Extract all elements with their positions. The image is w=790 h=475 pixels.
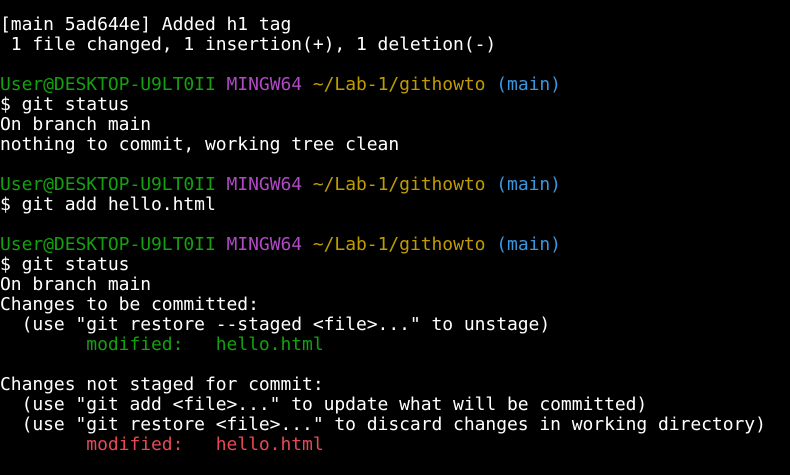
command-line: $ git add hello.html <box>0 194 216 215</box>
unstaged-file-entry: modified: hello.html <box>86 434 324 455</box>
prompt-branch: (main) <box>496 234 561 255</box>
prompt-path: ~/Lab-1/githowto <box>312 234 486 255</box>
staged-file-line: modified: hello.html <box>0 335 790 355</box>
prompt-line: User@DESKTOP-U9LT0II MINGW64 ~/Lab-1/git… <box>0 75 790 95</box>
unstaged-hint-line: (use "git restore <file>..." to discard … <box>0 414 766 435</box>
commit-stats-line: 1 file changed, 1 insertion(+), 1 deleti… <box>0 34 497 55</box>
staged-header-line: Changes to be committed: <box>0 294 259 315</box>
status-branch-line: On branch main <box>0 114 152 135</box>
prompt-host: MINGW64 <box>226 174 303 195</box>
prompt-host: MINGW64 <box>226 74 303 95</box>
prompt-user: User@DESKTOP-U9LT0II <box>0 234 216 255</box>
prompt-line: User@DESKTOP-U9LT0II MINGW64 ~/Lab-1/git… <box>0 235 790 255</box>
commit-summary-line: [main 5ad644e] Added h1 tag <box>0 14 292 35</box>
prompt-path: ~/Lab-1/githowto <box>312 74 486 95</box>
prompt-branch: (main) <box>496 74 561 95</box>
staged-hint-line: (use "git restore --staged <file>..." to… <box>0 314 551 335</box>
prompt-branch: (main) <box>496 174 561 195</box>
status-branch-line: On branch main <box>0 274 152 295</box>
prompt-user: User@DESKTOP-U9LT0II <box>0 174 216 195</box>
command-line: $ git status <box>0 94 130 115</box>
prompt-line: User@DESKTOP-U9LT0II MINGW64 ~/Lab-1/git… <box>0 175 790 195</box>
prompt-path: ~/Lab-1/githowto <box>312 174 486 195</box>
prompt-user: User@DESKTOP-U9LT0II <box>0 74 216 95</box>
status-clean-line: nothing to commit, working tree clean <box>0 134 400 155</box>
staged-file-entry: modified: hello.html <box>86 334 324 355</box>
unstaged-hint-line: (use "git add <file>..." to update what … <box>0 394 648 415</box>
terminal-window[interactable]: [main 5ad644e] Added h1 tag 1 file chang… <box>0 0 790 475</box>
prompt-host: MINGW64 <box>226 234 303 255</box>
unstaged-header-line: Changes not staged for commit: <box>0 374 324 395</box>
command-line: $ git status <box>0 254 130 275</box>
unstaged-file-line: modified: hello.html <box>0 435 790 455</box>
